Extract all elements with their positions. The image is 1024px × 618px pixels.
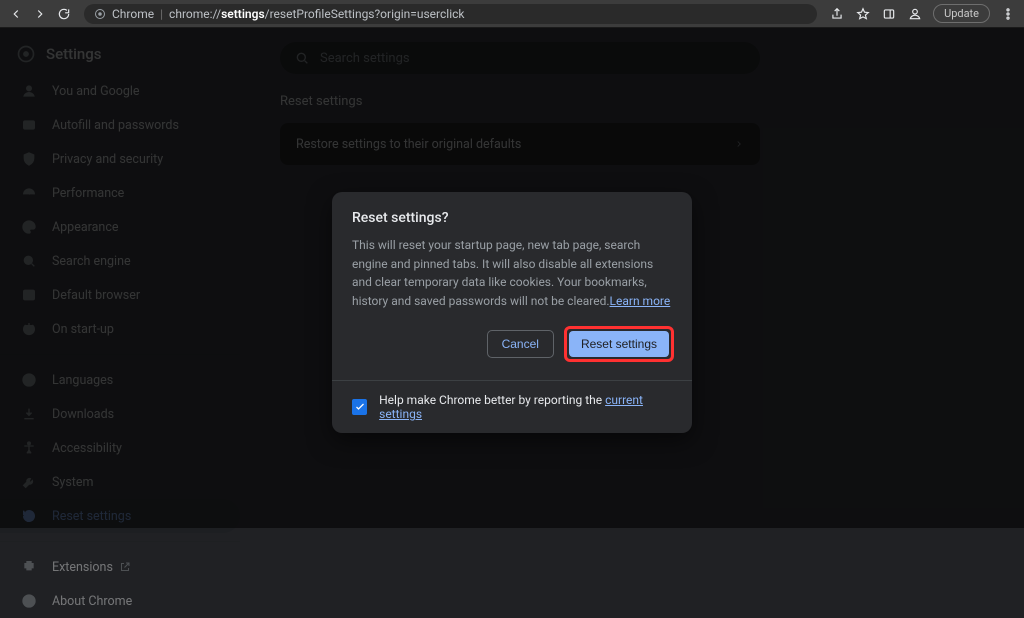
sidebar-item-label: Downloads — [52, 407, 114, 422]
sidebar-item-label: About Chrome — [52, 594, 132, 609]
nav-group-2: Languages Downloads Accessibility System… — [0, 363, 240, 533]
autofill-icon — [20, 116, 38, 134]
sidebar-item-you-and-google[interactable]: You and Google — [0, 74, 240, 108]
sidebar-item-about-chrome[interactable]: About Chrome — [0, 584, 240, 618]
sidebar-item-label: Reset settings — [52, 509, 131, 524]
update-button[interactable]: Update — [933, 4, 990, 23]
browser-toolbar: Chrome | chrome://settings/resetProfileS… — [0, 0, 1024, 28]
sidebar-item-label: Accessibility — [52, 441, 122, 456]
extension-icon — [20, 558, 38, 576]
person-icon — [20, 82, 38, 100]
sidebar-item-languages[interactable]: Languages — [0, 363, 240, 397]
reset-icon — [20, 507, 38, 525]
forward-icon[interactable] — [32, 6, 48, 22]
sidebar-item-label: System — [52, 475, 93, 490]
chrome-logo-icon — [94, 8, 106, 20]
nav-separator — [0, 541, 240, 542]
sidebar: Settings You and Google Autofill and pas… — [0, 28, 240, 528]
toolbar-right: Update — [829, 4, 1016, 23]
dialog-body: This will reset your startup page, new t… — [332, 236, 692, 310]
sidebar-item-system[interactable]: System — [0, 465, 240, 499]
dialog-footer: Help make Chrome better by reporting the… — [332, 380, 692, 433]
check-icon — [354, 401, 366, 413]
sidebar-item-label: Performance — [52, 186, 124, 201]
row-label: Restore settings to their original defau… — [296, 137, 521, 152]
sidebar-item-privacy[interactable]: Privacy and security — [0, 142, 240, 176]
restore-defaults-row[interactable]: Restore settings to their original defau… — [280, 123, 760, 165]
url-text: chrome://settings/resetProfileSettings?o… — [169, 7, 464, 21]
sidebar-item-appearance[interactable]: Appearance — [0, 210, 240, 244]
browser-icon — [20, 286, 38, 304]
dialog-actions: Cancel Reset settings — [332, 310, 692, 380]
sidebar-item-downloads[interactable]: Downloads — [0, 397, 240, 431]
profile-icon[interactable] — [907, 6, 923, 22]
learn-more-link[interactable]: Learn more — [610, 294, 671, 308]
sidebar-item-search-engine[interactable]: Search engine — [0, 244, 240, 278]
sidebar-item-autofill[interactable]: Autofill and passwords — [0, 108, 240, 142]
globe-icon — [20, 371, 38, 389]
reset-highlight: Reset settings — [564, 326, 674, 362]
settings-header: Settings — [0, 34, 240, 74]
sidebar-item-label: Extensions — [52, 560, 113, 575]
speed-icon — [20, 184, 38, 202]
sidebar-item-extensions[interactable]: Extensions — [0, 550, 240, 584]
search-input[interactable]: Search settings — [280, 42, 760, 74]
sidebar-item-default-browser[interactable]: Default browser — [0, 278, 240, 312]
reset-settings-dialog: Reset settings? This will reset your sta… — [332, 192, 692, 433]
share-icon[interactable] — [829, 6, 845, 22]
footer-text: Help make Chrome better by reporting the… — [379, 393, 672, 421]
sidebar-item-label: Appearance — [52, 220, 119, 235]
sidebar-item-label: Search engine — [52, 254, 131, 269]
search-icon — [294, 50, 310, 66]
accessibility-icon — [20, 439, 38, 457]
report-checkbox[interactable] — [352, 399, 367, 415]
star-icon[interactable] — [855, 6, 871, 22]
sidebar-item-on-startup[interactable]: On start-up — [0, 312, 240, 346]
reload-icon[interactable] — [56, 6, 72, 22]
search-icon — [20, 252, 38, 270]
back-icon[interactable] — [8, 6, 24, 22]
cancel-button[interactable]: Cancel — [487, 330, 554, 358]
chevron-right-icon — [734, 139, 744, 149]
sidebar-item-label: Privacy and security — [52, 152, 163, 167]
sidebar-item-label: On start-up — [52, 322, 114, 337]
sidebar-item-performance[interactable]: Performance — [0, 176, 240, 210]
chrome-icon — [16, 44, 36, 64]
section-title: Reset settings — [280, 94, 984, 109]
power-icon — [20, 320, 38, 338]
sidebar-item-label: Autofill and passwords — [52, 118, 179, 133]
sidebar-item-label: Default browser — [52, 288, 140, 303]
address-bar[interactable]: Chrome | chrome://settings/resetProfileS… — [84, 4, 817, 24]
download-icon — [20, 405, 38, 423]
external-link-icon — [119, 561, 131, 573]
paint-icon — [20, 218, 38, 236]
nav-group-1: You and Google Autofill and passwords Pr… — [0, 74, 240, 346]
chrome-label: Chrome — [112, 7, 154, 21]
sidebar-item-label: You and Google — [52, 84, 140, 99]
reset-settings-button[interactable]: Reset settings — [569, 331, 669, 357]
sidebar-item-label: Languages — [52, 373, 113, 388]
sidebar-item-accessibility[interactable]: Accessibility — [0, 431, 240, 465]
wrench-icon — [20, 473, 38, 491]
page-title: Settings — [46, 45, 102, 63]
nav-separator — [0, 354, 240, 355]
shield-icon — [20, 150, 38, 168]
chrome-icon — [20, 592, 38, 610]
dialog-title: Reset settings? — [332, 192, 692, 236]
nav-group-3: Extensions About Chrome — [0, 550, 240, 618]
panel-icon[interactable] — [881, 6, 897, 22]
menu-icon[interactable] — [1000, 6, 1016, 22]
search-placeholder: Search settings — [320, 51, 410, 66]
